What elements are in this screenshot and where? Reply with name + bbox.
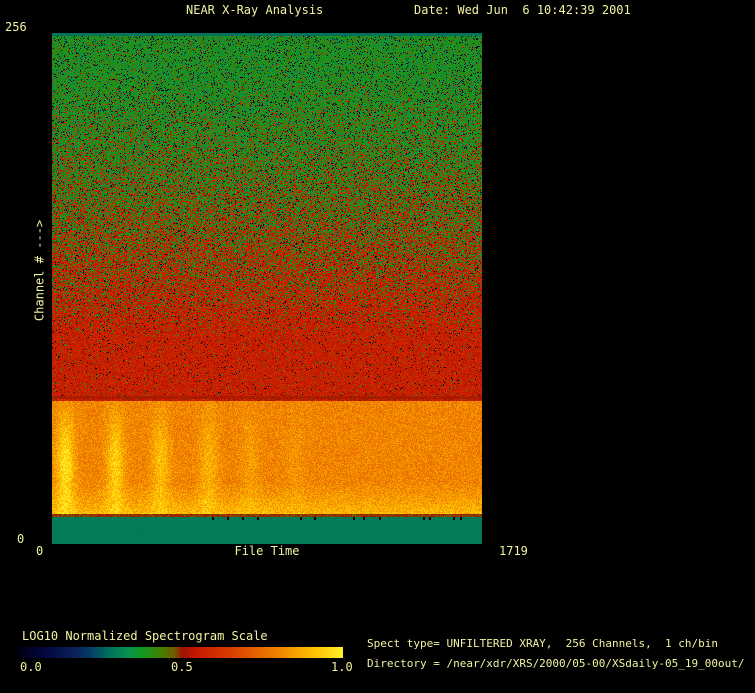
colorbar-tick-mid: 0.5 [171,660,193,674]
colorbar-title: LOG10 Normalized Spectrogram Scale [22,629,268,643]
x-axis-min-label: 0 [36,544,44,558]
x-axis-title: File Time [234,544,300,558]
colorbar-gradient [18,647,343,658]
colorbar-tick-max: 1.0 [331,660,353,674]
page-title: NEAR X-Ray Analysis [186,3,324,17]
x-axis-max-label: 1719 [499,544,528,558]
date-text: Date: Wed Jun 6 10:42:39 2001 [414,3,631,17]
app-window: NEAR X-Ray Analysis Date: Wed Jun 6 10:4… [0,0,755,693]
y-axis-min-label: 0 [17,532,25,546]
colorbar-tick-min: 0.0 [20,660,42,674]
spect-type-text: Spect type= UNFILTERED XRAY, 256 Channel… [367,637,718,650]
y-axis-max-label: 256 [5,20,27,34]
directory-text: Directory = /near/xdr/XRS/2000/05-00/XSd… [367,657,745,670]
spectrogram-canvas [52,33,482,544]
y-axis-title: Channel # ---> [32,219,47,322]
